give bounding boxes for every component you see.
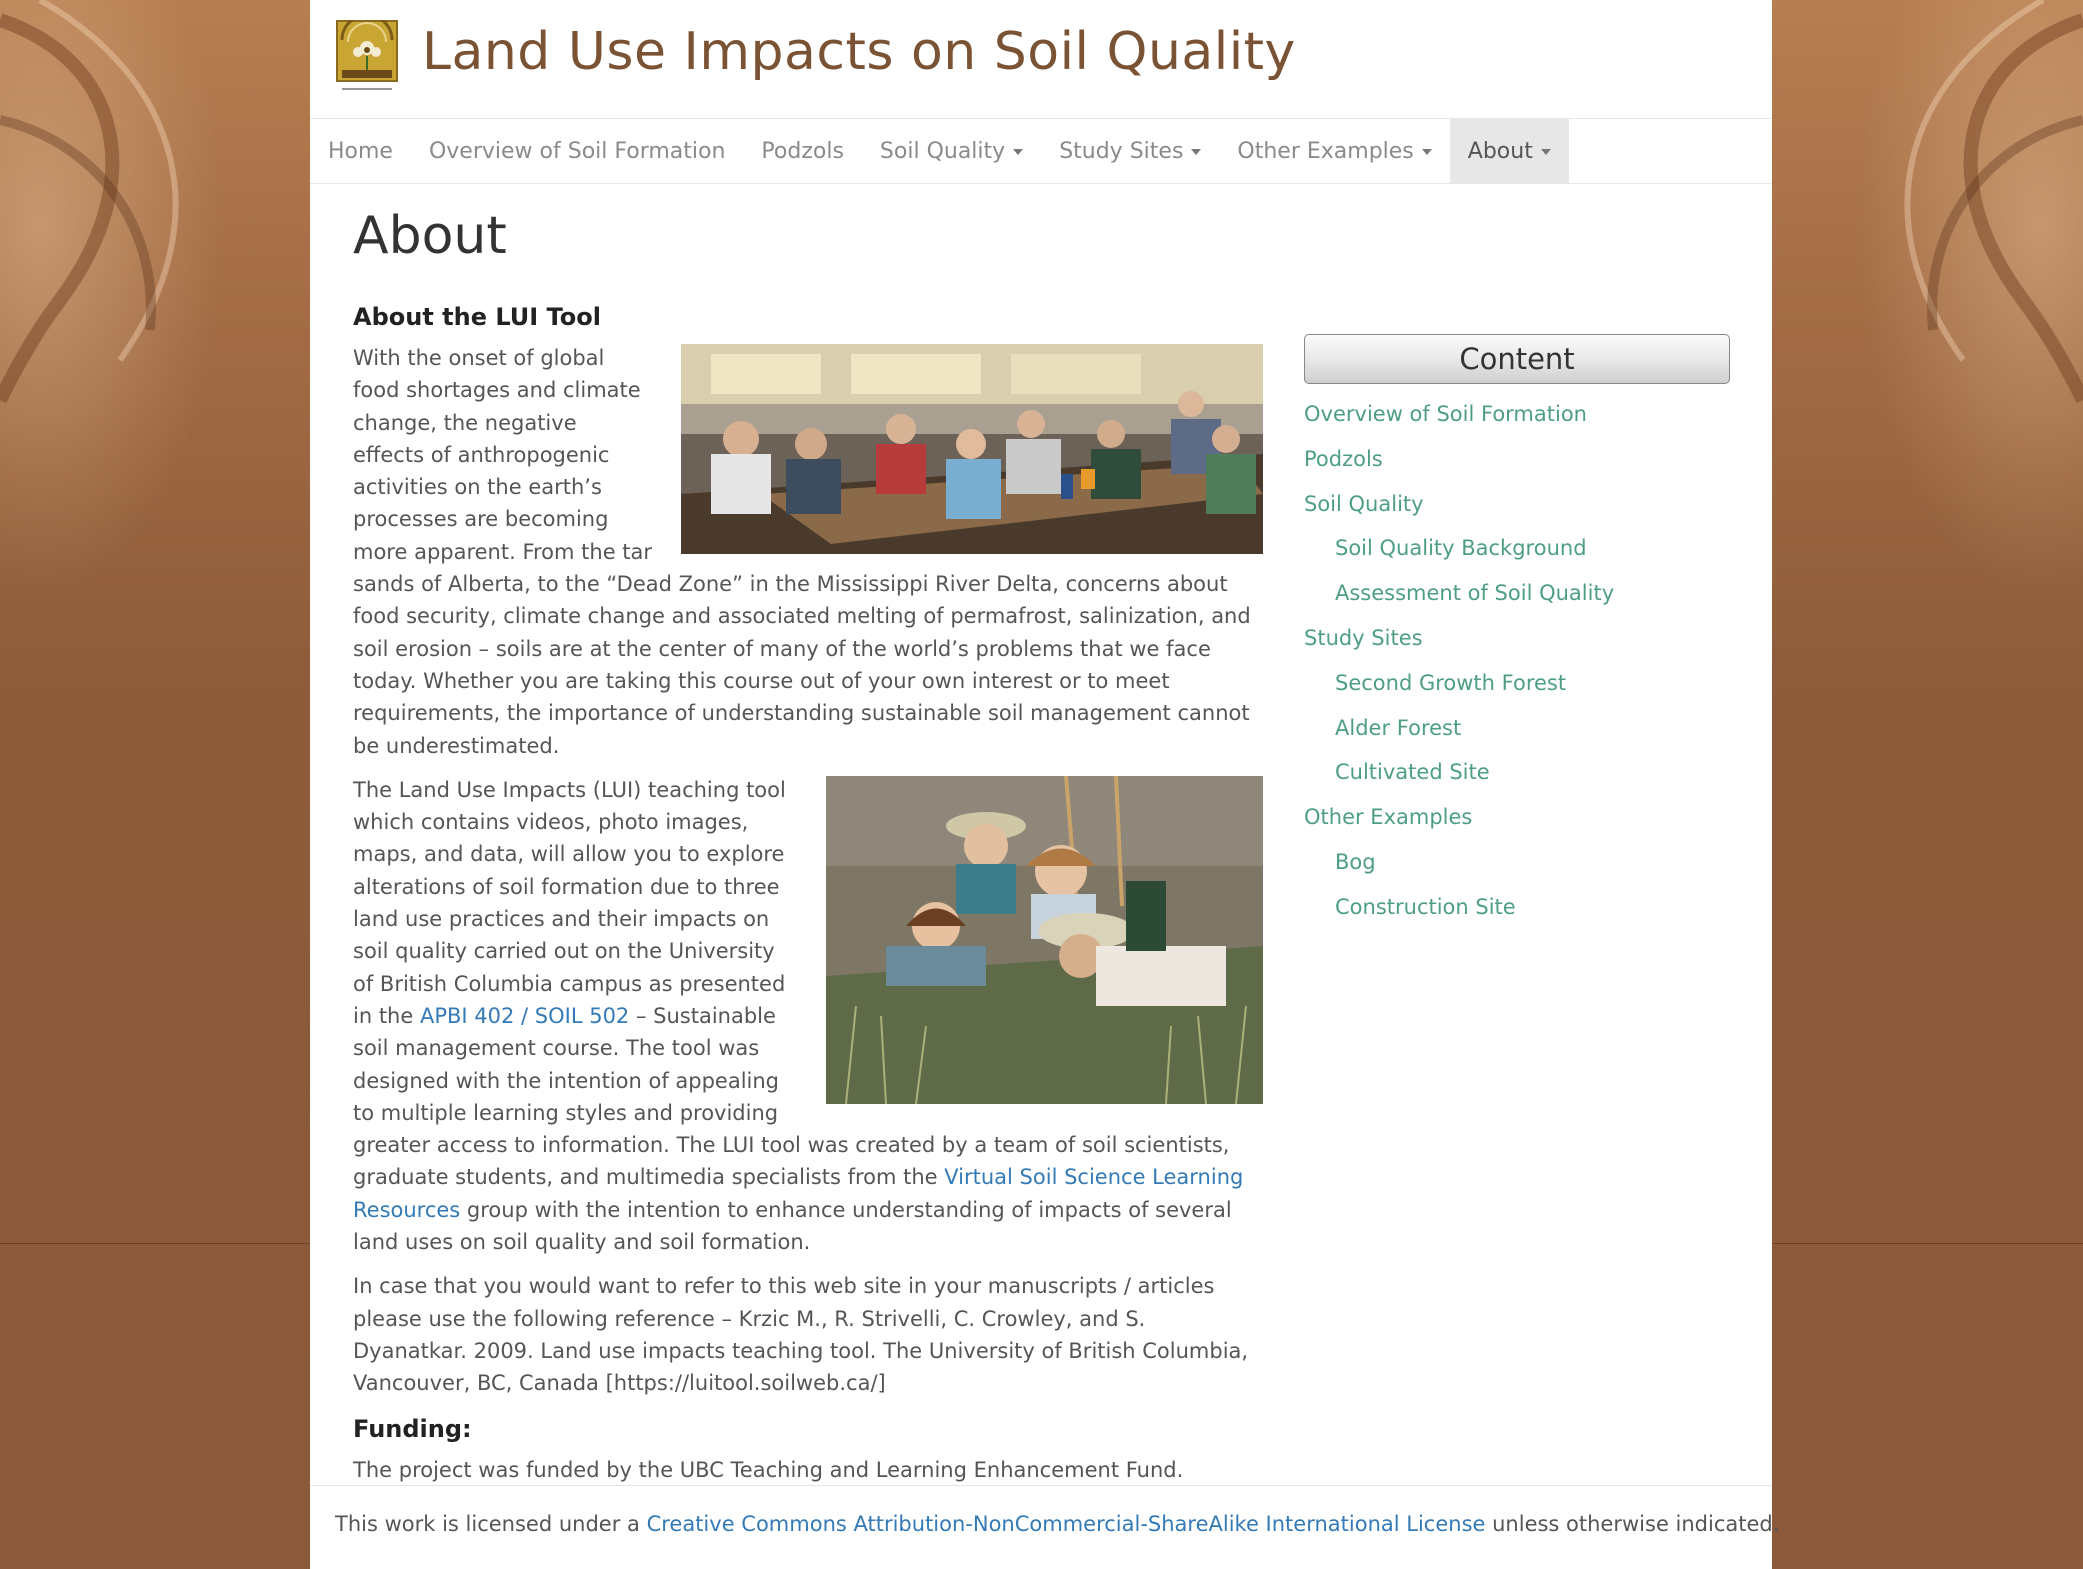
nav-home[interactable]: Home: [310, 119, 411, 183]
caret-down-icon: [1421, 149, 1432, 155]
footer-divider: [310, 1485, 1772, 1486]
main-content: About the LUI Tool With the onset of glo…: [353, 300, 1263, 1498]
para2-text-part3: group with the intention to enhance unde…: [353, 1197, 1232, 1255]
nav-about-dropdown[interactable]: About: [1449, 119, 1569, 183]
nav-other-examples-label: Other Examples: [1237, 138, 1414, 164]
caret-down-icon: [1540, 149, 1551, 155]
sidebar-item-soil-quality[interactable]: Soil Quality: [1304, 482, 1730, 527]
classroom-students-image: [681, 344, 1263, 554]
decorative-swirl-left: [0, 0, 179, 404]
page-title: About: [353, 206, 507, 266]
nav-podzols[interactable]: Podzols: [743, 119, 862, 183]
sidebar-item-construction-site[interactable]: Construction Site: [1304, 885, 1730, 930]
sidebar-item-bog[interactable]: Bog: [1304, 840, 1730, 885]
nav-soil-quality-label: Soil Quality: [879, 138, 1006, 164]
nav-other-examples-dropdown[interactable]: Other Examples: [1219, 119, 1449, 183]
sidebar-item-overview-soil-formation[interactable]: Overview of Soil Formation: [1304, 392, 1730, 437]
license-footer: This work is licensed under a Creative C…: [335, 1512, 1779, 1536]
content-list: Overview of Soil Formation Podzols Soil …: [1304, 392, 1730, 930]
field-photo: [826, 775, 1263, 1104]
nav-overview-soil-formation[interactable]: Overview of Soil Formation: [411, 119, 743, 183]
creative-commons-license-link[interactable]: Creative Commons Attribution-NonCommerci…: [647, 1512, 1486, 1536]
sidebar-item-alder-forest[interactable]: Alder Forest: [1304, 706, 1730, 751]
footer-text-before: This work is licensed under a: [335, 1512, 647, 1536]
caret-down-icon: [1191, 149, 1202, 155]
sidebar-item-other-examples[interactable]: Other Examples: [1304, 795, 1730, 840]
decorative-swirl-right: [1904, 0, 2083, 404]
sidebar-item-study-sites[interactable]: Study Sites: [1304, 616, 1730, 661]
site-title[interactable]: Land Use Impacts on Soil Quality: [422, 22, 1296, 82]
field-soil-sampling-image: [826, 775, 1263, 1104]
sidebar-item-cultivated-site[interactable]: Cultivated Site: [1304, 750, 1730, 795]
page-container: Land Use Impacts on Soil Quality Home Ov…: [310, 0, 1779, 1569]
nav-home-label: Home: [328, 138, 393, 164]
sidebar-item-assessment-soil-quality[interactable]: Assessment of Soil Quality: [1304, 571, 1730, 616]
nav-soil-quality-dropdown[interactable]: Soil Quality: [862, 119, 1041, 183]
caret-down-icon: [1013, 149, 1024, 155]
sidebar-item-second-growth-forest[interactable]: Second Growth Forest: [1304, 661, 1730, 706]
main-navbar: Home Overview of Soil Formation Podzols …: [310, 118, 1772, 184]
funding-heading: Funding:: [353, 1414, 472, 1443]
sidebar-item-soil-quality-background[interactable]: Soil Quality Background: [1304, 526, 1730, 571]
nav-study-sites-dropdown[interactable]: Study Sites: [1041, 119, 1219, 183]
classroom-photo: [681, 344, 1263, 554]
content-sidebar: Content Overview of Soil Formation Podzo…: [1304, 334, 1730, 930]
nav-overview-label: Overview of Soil Formation: [428, 138, 726, 164]
luitool-logo-icon[interactable]: [336, 20, 398, 100]
funding-text: The project was funded by the UBC Teachi…: [353, 1457, 1184, 1482]
site-header: Land Use Impacts on Soil Quality: [310, 0, 1772, 118]
nav-about-label: About: [1467, 138, 1533, 164]
content-heading-button[interactable]: Content: [1304, 334, 1730, 384]
para2-text-part1: The Land Use Impacts (LUI) teaching tool…: [353, 777, 786, 1028]
citation-paragraph: In case that you would want to refer to …: [353, 1274, 1249, 1396]
nav-study-sites-label: Study Sites: [1059, 138, 1184, 164]
footer-text-after: unless otherwise indicated.: [1485, 1512, 1780, 1536]
sidebar-item-podzols[interactable]: Podzols: [1304, 437, 1730, 482]
nav-podzols-label: Podzols: [761, 138, 844, 164]
apbi-course-link[interactable]: APBI 402 / SOIL 502: [420, 1004, 629, 1028]
about-lui-heading: About the LUI Tool: [353, 303, 601, 331]
